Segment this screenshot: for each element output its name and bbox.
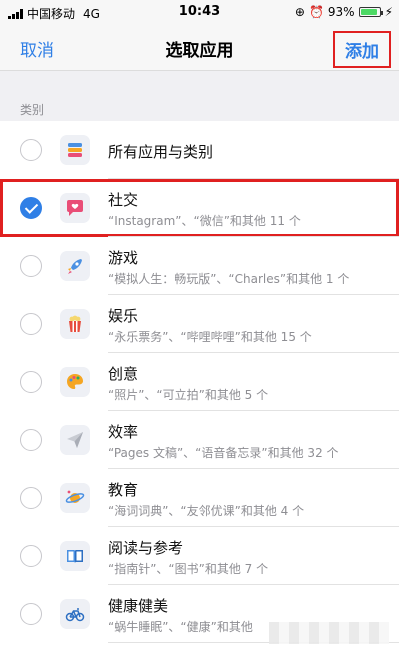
list-item-title: 所有应用与类别 [108,143,214,161]
radio-button[interactable] [20,487,42,509]
paper-plane-icon [60,425,90,455]
radio-button[interactable] [20,371,42,393]
checkmark-radio[interactable] [20,197,42,219]
book-icon [60,541,90,571]
list-item-subtitle: “指南针”、“图书”和其他 7 个 [108,562,269,576]
list-item-subtitle: “蜗牛睡眠”、“健康”和其他 [108,620,253,634]
battery-percent: 93% [327,5,355,19]
list-item-title: 阅读与参考 [108,539,184,557]
list-item-title: 创意 [108,365,139,383]
battery-icon [358,7,383,17]
popcorn-icon [60,309,90,339]
alarm-icon: ⏰ [308,5,324,19]
stack-icon [60,135,90,165]
list-item[interactable]: 娱乐 “永乐票务”、“哔哩哔哩”和其他 15 个 [0,295,399,353]
charging-icon: ⚡ [384,5,393,19]
radio-button[interactable] [20,429,42,451]
planet-icon [60,483,90,513]
list-item-subtitle: “海词词典”、“友邻优课”和其他 4 个 [108,504,305,518]
palette-icon [60,367,90,397]
radio-button[interactable] [20,255,42,277]
radio-button[interactable] [20,139,42,161]
list-item[interactable]: 游戏 “模拟人生：畅玩版”、“Charles”和其他 1 个 [0,237,399,295]
list-item[interactable]: 所有应用与类别 [0,121,399,179]
list-item-subtitle: “照片”、“可立拍”和其他 5 个 [108,388,269,402]
list-item-title: 健康健美 [108,597,169,615]
status-bar: 中国移动 4G 10:43 ⊕ ⏰ 93% ⚡ [0,0,399,24]
chat-bubble-icon [60,193,90,223]
list-item[interactable]: 教育 “海词词典”、“友邻优课”和其他 4 个 [0,469,399,527]
list-item[interactable]: 阅读与参考 “指南针”、“图书”和其他 7 个 [0,527,399,585]
watermark-overlay [269,622,389,644]
list-item-title: 社交 [108,191,139,209]
bicycle-icon [60,599,90,629]
list-item-title: 教育 [108,481,139,499]
list-item-title: 效率 [108,423,139,441]
list-item-subtitle: “模拟人生：畅玩版”、“Charles”和其他 1 个 [108,272,350,286]
list-item-title: 娱乐 [108,307,139,325]
status-right: ⊕ ⏰ 93% ⚡ [295,5,393,19]
list-item-selected[interactable]: 社交 “Instagram”、“微信”和其他 11 个 [0,179,399,237]
add-button[interactable]: 添加 [333,31,391,68]
section-title: 类别 [20,103,45,117]
rocket-icon [60,251,90,281]
list-item-title: 游戏 [108,249,139,267]
list-item-subtitle: “Instagram”、“微信”和其他 11 个 [108,214,301,228]
list-item[interactable]: 效率 “Pages 文稿”、“语音备忘录”和其他 32 个 [0,411,399,469]
list-item-subtitle: “Pages 文稿”、“语音备忘录”和其他 32 个 [108,446,339,460]
radio-button[interactable] [20,313,42,335]
nav-bar: 取消 选取应用 添加 [0,24,399,71]
list-item-subtitle: “永乐票务”、“哔哩哔哩”和其他 15 个 [108,330,312,344]
category-list: 所有应用与类别 社交 “Instagram”、“微信”和其他 11 个 游戏 “… [0,121,399,643]
list-item[interactable]: 创意 “照片”、“可立拍”和其他 5 个 [0,353,399,411]
radio-button[interactable] [20,545,42,567]
radio-button[interactable] [20,603,42,625]
section-header: 类别 [0,71,399,121]
lock-rotation-icon: ⊕ [294,5,305,19]
